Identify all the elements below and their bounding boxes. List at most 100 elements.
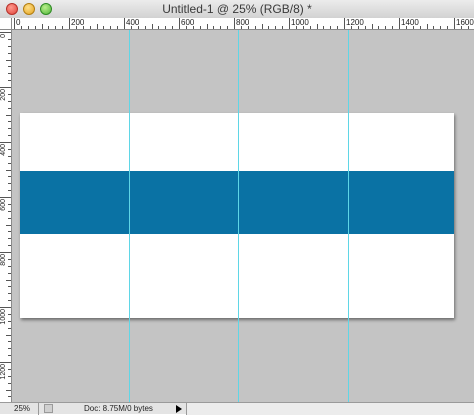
ruler-minor-tick — [378, 26, 380, 29]
ruler-major-tick — [179, 18, 180, 29]
ruler-minor-tick — [34, 26, 36, 29]
vertical-ruler[interactable]: 0 200 400 600 800 1000 1200 — [0, 30, 12, 402]
ruler-minor-tick — [20, 26, 22, 29]
ruler-minor-tick — [110, 26, 112, 29]
ruler-minor-tick — [6, 59, 11, 61]
ruler-minor-tick — [316, 24, 318, 29]
ruler-minor-tick — [89, 26, 91, 29]
ruler-minor-tick — [8, 210, 11, 212]
ruler-label: 1400 — [401, 18, 419, 27]
ruler-minor-tick — [6, 224, 11, 226]
ruler-minor-tick — [295, 26, 297, 29]
ruler-minor-tick — [8, 272, 11, 274]
ruler-minor-tick — [8, 203, 11, 205]
ruler-minor-tick — [6, 114, 11, 116]
ruler-minor-tick — [41, 24, 43, 29]
status-scroll-left[interactable] — [44, 404, 53, 413]
ruler-minor-tick — [282, 26, 284, 29]
ruler-minor-tick — [6, 389, 11, 391]
blue-stripe — [20, 171, 454, 234]
ruler-minor-tick — [8, 286, 11, 288]
ruler-origin[interactable] — [0, 18, 12, 30]
ruler-label: 400 — [0, 144, 7, 156]
ruler-minor-tick — [419, 26, 421, 29]
ruler-minor-tick — [75, 26, 77, 29]
ruler-minor-tick — [8, 135, 11, 137]
ruler-minor-tick — [185, 26, 187, 29]
ruler-minor-tick — [8, 341, 11, 343]
ruler-minor-tick — [8, 128, 11, 130]
ruler-minor-tick — [6, 279, 11, 281]
ruler-minor-tick — [357, 26, 359, 29]
ruler-minor-tick — [309, 26, 311, 29]
ruler-major-tick — [234, 18, 235, 29]
document-canvas[interactable] — [20, 113, 454, 318]
ruler-minor-tick — [392, 26, 394, 29]
ruler-minor-tick — [323, 26, 325, 29]
ruler-minor-tick — [8, 313, 11, 315]
ruler-minor-tick — [55, 26, 57, 29]
ruler-minor-tick — [8, 231, 11, 233]
ruler-minor-tick — [8, 327, 11, 329]
ruler-minor-tick — [8, 183, 11, 185]
ruler-minor-tick — [8, 265, 11, 267]
ruler-minor-tick — [8, 258, 11, 260]
ruler-minor-tick — [206, 24, 208, 29]
ruler-minor-tick — [8, 121, 11, 123]
ruler-minor-tick — [8, 155, 11, 157]
ruler-minor-tick — [220, 26, 222, 29]
photoshop-document-window: Untitled-1 @ 25% (RGB/8) * 0 200 400 600 800… — [0, 0, 474, 415]
canvas-area[interactable] — [12, 30, 474, 402]
ruler-minor-tick — [151, 24, 153, 29]
ruler-major-tick — [454, 18, 455, 29]
ruler-minor-tick — [433, 26, 435, 29]
ruler-minor-tick — [8, 190, 11, 192]
ruler-minor-tick — [8, 320, 11, 322]
ruler-minor-tick — [8, 355, 11, 357]
ruler-minor-tick — [254, 26, 256, 29]
ruler-minor-tick — [103, 26, 105, 29]
ruler-label: 600 — [0, 199, 7, 211]
ruler-major-tick — [0, 32, 11, 33]
zoom-level[interactable]: 25% — [14, 403, 30, 414]
ruler-minor-tick — [8, 80, 11, 82]
horizontal-scrollbar[interactable] — [186, 403, 474, 415]
ruler-minor-tick — [8, 66, 11, 68]
ruler-label: 1200 — [0, 364, 7, 380]
title-bar[interactable]: Untitled-1 @ 25% (RGB/8) * — [0, 0, 474, 19]
vertical-guide[interactable] — [238, 30, 239, 402]
ruler-minor-tick — [137, 26, 139, 29]
ruler-minor-tick — [330, 26, 332, 29]
ruler-label: 1000 — [0, 309, 7, 325]
ruler-minor-tick — [130, 26, 132, 29]
status-divider — [38, 403, 39, 415]
ruler-minor-tick — [371, 24, 373, 29]
ruler-minor-tick — [8, 73, 11, 75]
horizontal-ruler[interactable]: 0 200 400 600 800 1000 1200 1400 1600 — [12, 18, 474, 30]
ruler-minor-tick — [165, 26, 167, 29]
ruler-label: 1000 — [291, 18, 309, 27]
ruler-minor-tick — [8, 396, 11, 398]
ruler-minor-tick — [117, 26, 119, 29]
ruler-minor-tick — [96, 24, 98, 29]
document-size-info[interactable]: Doc: 8.75M/0 bytes — [84, 403, 153, 414]
ruler-minor-tick — [158, 26, 160, 29]
vertical-guide[interactable] — [129, 30, 130, 402]
ruler-major-tick — [69, 18, 70, 29]
status-bar: 25% Doc: 8.75M/0 bytes — [0, 402, 474, 415]
ruler-minor-tick — [8, 348, 11, 350]
status-menu-arrow-icon[interactable] — [176, 405, 182, 413]
ruler-minor-tick — [62, 26, 64, 29]
ruler-major-tick — [289, 18, 290, 29]
ruler-minor-tick — [6, 334, 11, 336]
ruler-minor-tick — [8, 100, 11, 102]
ruler-minor-tick — [48, 26, 50, 29]
vertical-guide[interactable] — [348, 30, 349, 402]
ruler-label: 800 — [0, 254, 7, 266]
ruler-minor-tick — [275, 26, 277, 29]
ruler-minor-tick — [82, 26, 84, 29]
ruler-major-tick — [124, 18, 125, 29]
ruler-minor-tick — [412, 26, 414, 29]
ruler-label: 1200 — [346, 18, 364, 27]
ruler-minor-tick — [27, 26, 29, 29]
